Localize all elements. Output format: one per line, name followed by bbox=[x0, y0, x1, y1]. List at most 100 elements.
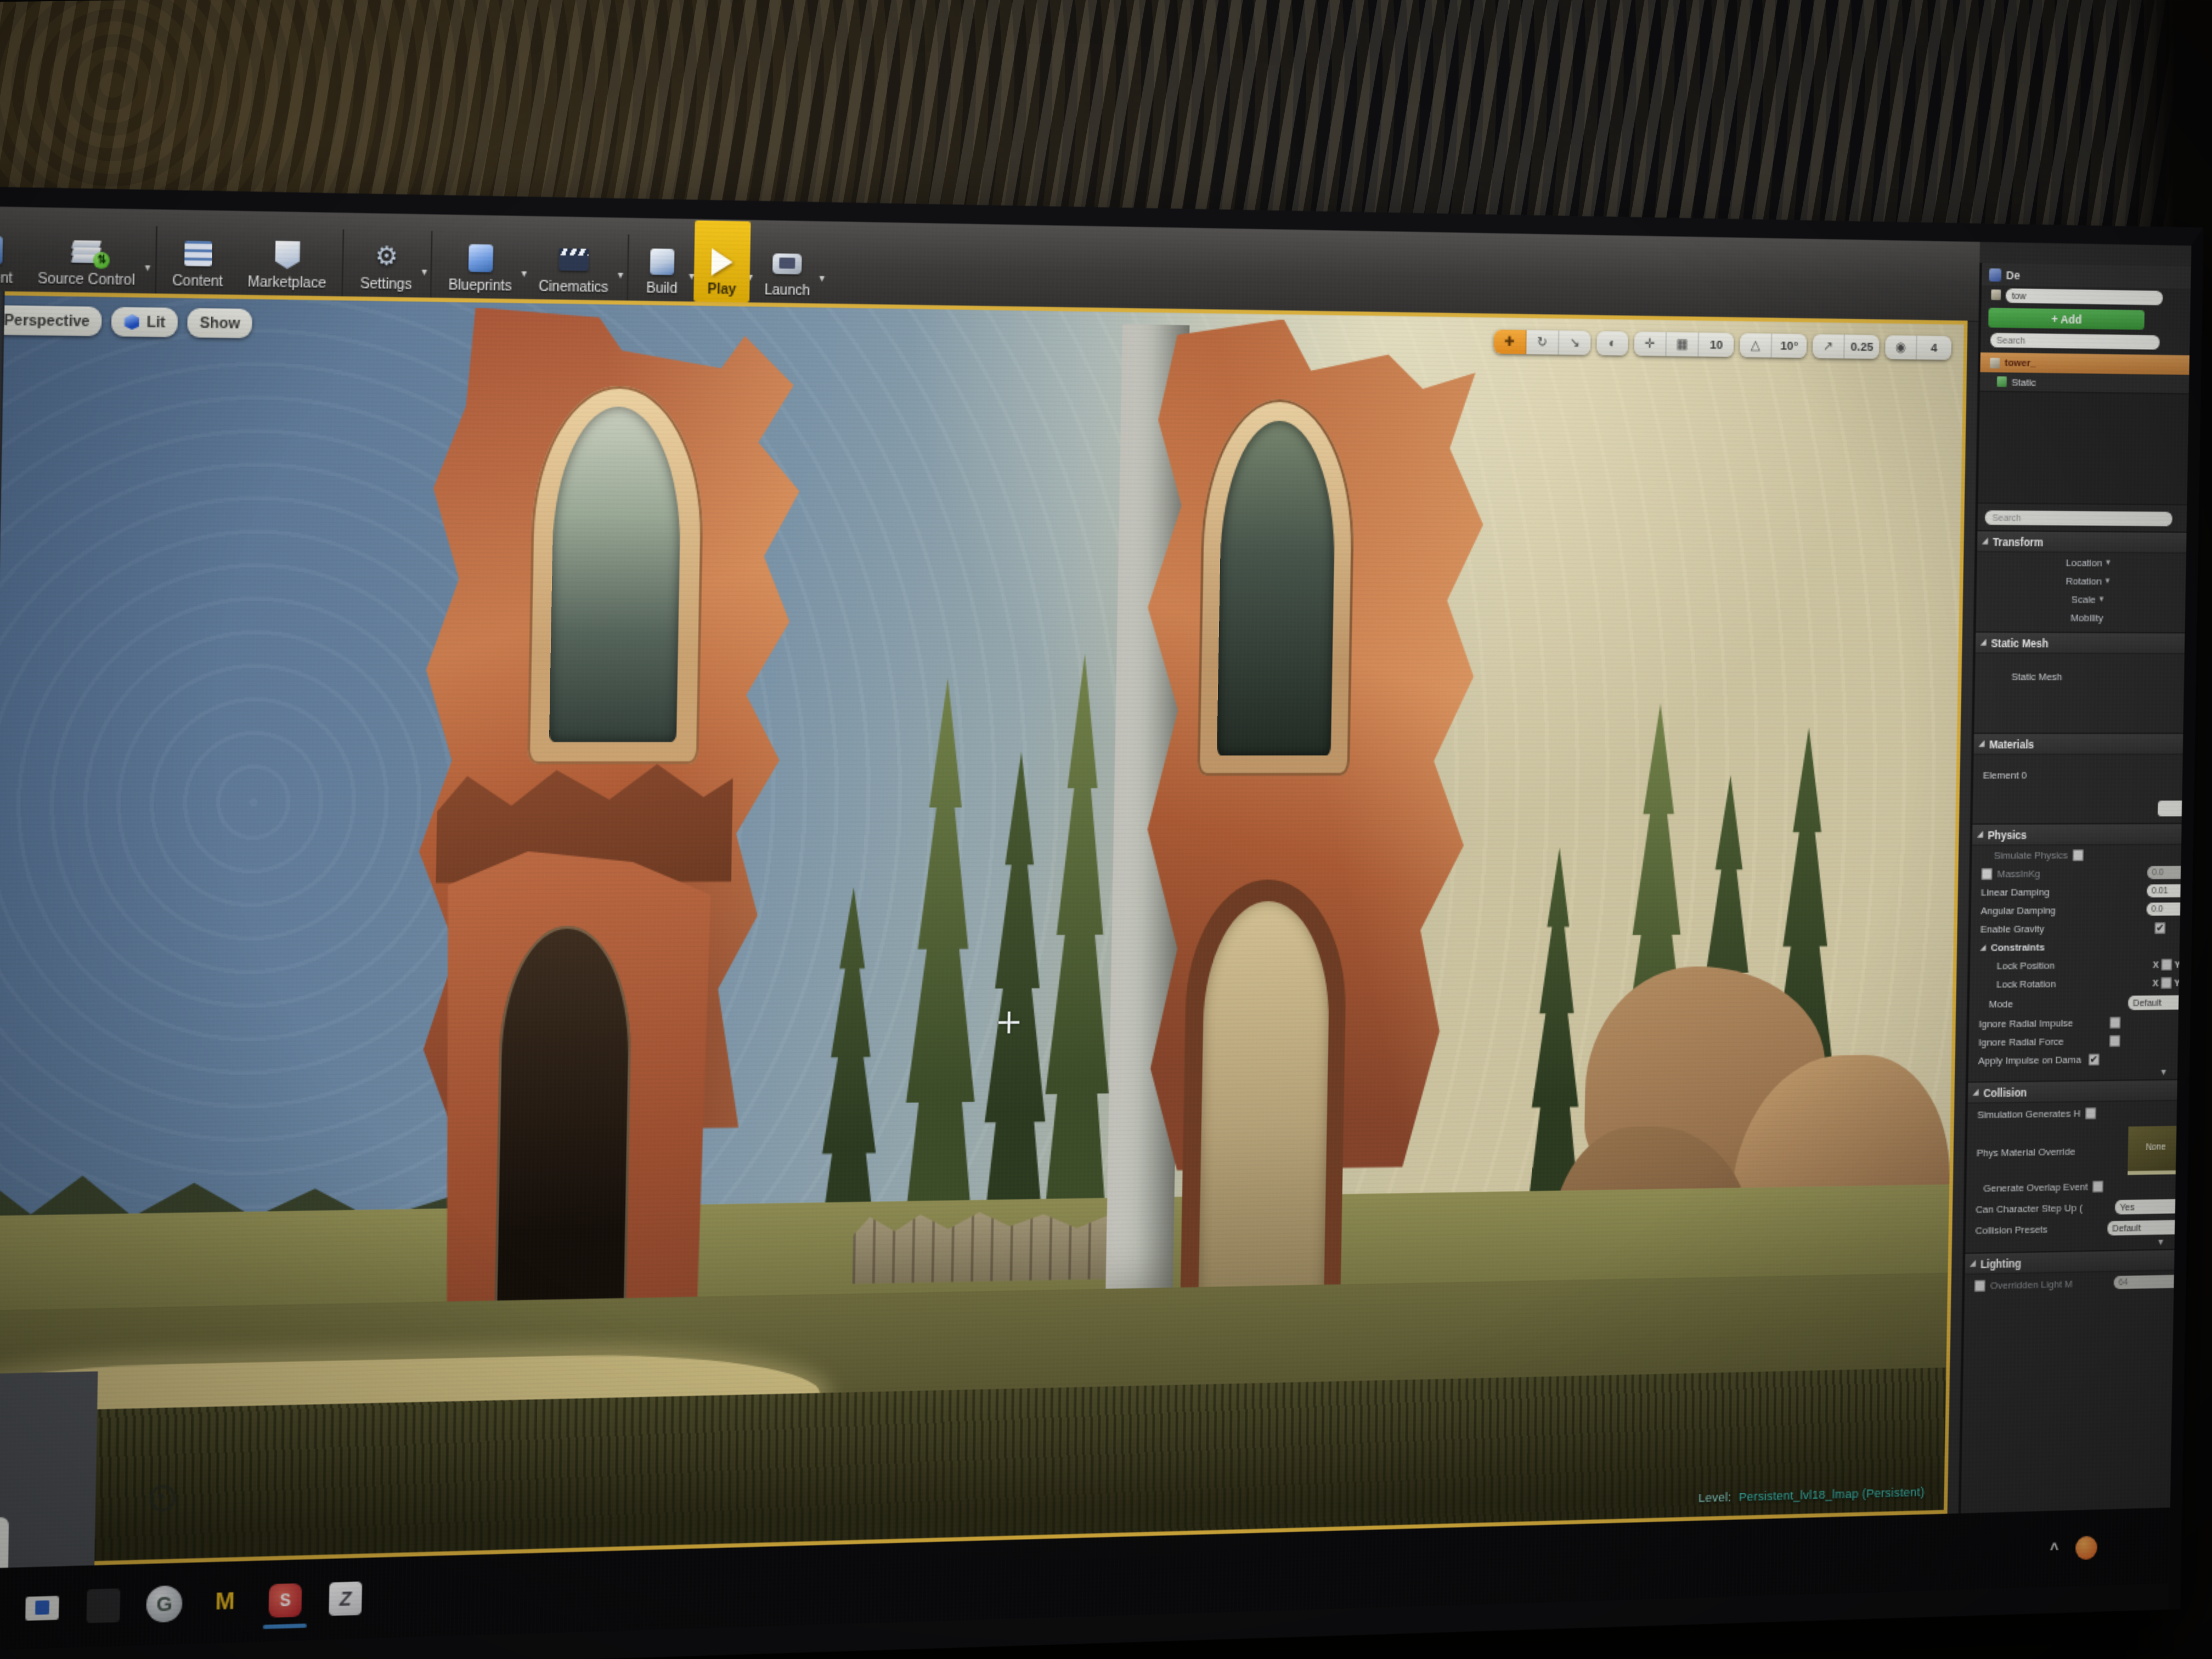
selected-component-row[interactable]: tower_ bbox=[1980, 352, 2191, 375]
lock-position-y-checkbox[interactable] bbox=[2183, 958, 2192, 970]
scale-snap-value[interactable]: 0.25 bbox=[1844, 335, 1879, 359]
grid-snap-value[interactable]: 10 bbox=[1699, 332, 1734, 357]
location-row[interactable]: Location▾ bbox=[1977, 552, 2188, 572]
tower-left-arch-window bbox=[550, 406, 682, 742]
grid-snap-button[interactable]: ▦ bbox=[1667, 332, 1700, 356]
phys-material-thumbnail[interactable]: None bbox=[2128, 1125, 2183, 1175]
rotate-tool-button[interactable]: ↻ bbox=[1526, 330, 1559, 355]
settings-button[interactable]: ⚙ Settings bbox=[348, 214, 425, 297]
play-button[interactable]: Play bbox=[693, 221, 751, 303]
rotation-snap-button[interactable]: △ bbox=[1740, 333, 1772, 357]
material-thumbnail-button[interactable] bbox=[2158, 800, 2189, 816]
ignore-radial-impulse-checkbox[interactable] bbox=[2109, 1016, 2120, 1028]
static-mesh-property-row[interactable]: Static Mesh bbox=[1974, 654, 2187, 699]
simulate-physics-checkbox[interactable] bbox=[2073, 849, 2084, 861]
static-mesh-section-header[interactable]: ◢ Static Mesh bbox=[1976, 631, 2187, 654]
perspective-button[interactable]: ◢ Perspective bbox=[0, 305, 103, 336]
generate-overlap-checkbox[interactable] bbox=[2093, 1181, 2104, 1193]
angular-damping-field[interactable]: 0.0 bbox=[2146, 902, 2191, 916]
enable-gravity-row: Enable Gravity ✔ bbox=[1971, 918, 2182, 938]
viewport-crosshair bbox=[998, 1011, 1020, 1033]
linear-damping-field[interactable]: 0.01 bbox=[2147, 884, 2191, 898]
apply-impulse-checkbox[interactable]: ✔ bbox=[2089, 1053, 2100, 1065]
launch-button[interactable]: Launch bbox=[752, 222, 823, 304]
lock-position-row: Lock Position X Y bbox=[1970, 955, 2182, 975]
build-button[interactable]: Build bbox=[632, 219, 692, 302]
step-up-dropdown[interactable]: Yes ▾ bbox=[2115, 1198, 2187, 1214]
tray-chevron-icon[interactable]: ^ bbox=[2050, 1539, 2058, 1558]
phys-material-row: Phys Material Override None bbox=[1966, 1123, 2179, 1178]
mass-override-checkbox[interactable] bbox=[1981, 867, 1992, 879]
mass-value-field[interactable]: 0.0 bbox=[2147, 866, 2192, 879]
collapse-icon: ◢ bbox=[1977, 830, 1983, 839]
material-element-row[interactable]: Element 0 bbox=[1973, 755, 2185, 794]
show-flags-button[interactable]: Show bbox=[187, 308, 253, 338]
scale-row[interactable]: Scale▾ bbox=[1976, 589, 2188, 608]
active-app-indicator bbox=[263, 1623, 307, 1629]
taskbar-active-app[interactable]: S bbox=[267, 1582, 303, 1619]
overridden-light-checkbox[interactable] bbox=[1974, 1279, 1985, 1291]
rotation-row[interactable]: Rotation▾ bbox=[1977, 571, 2188, 590]
rotation-dropdown-icon: ▾ bbox=[2106, 575, 2110, 586]
angular-damping-row: Angular Damping 0.0 bbox=[1971, 900, 2182, 919]
component-search-input[interactable] bbox=[1990, 332, 2160, 349]
taskbar-maya-icon[interactable]: M bbox=[215, 1588, 235, 1617]
save-current-button[interactable]: urrent bbox=[0, 207, 26, 291]
mobility-row[interactable]: Mobility bbox=[1976, 608, 2188, 627]
actor-icon bbox=[1991, 290, 2001, 300]
collapse-icon: ◢ bbox=[1970, 1259, 1976, 1268]
surface-snap-button[interactable]: ✛ bbox=[1634, 331, 1667, 356]
taskbar-explorer-icon[interactable] bbox=[25, 1595, 59, 1620]
static-mesh-component-row[interactable]: Static bbox=[1980, 372, 2192, 393]
collapse-icon: ◢ bbox=[1982, 537, 1988, 546]
details-tab[interactable]: De bbox=[1982, 263, 2191, 289]
camera-speed-button[interactable]: ◉ bbox=[1885, 335, 1917, 359]
collision-presets-dropdown[interactable]: Default ▾ bbox=[2107, 1219, 2187, 1235]
system-tray: ^ bbox=[2050, 1534, 2169, 1561]
details-tab-icon bbox=[1989, 268, 2002, 281]
component-search-row bbox=[1980, 330, 2191, 352]
taskbar-zbrush-icon[interactable]: Z bbox=[329, 1582, 362, 1616]
blueprints-button[interactable]: Blueprints bbox=[436, 216, 525, 299]
simulation-generates-checkbox[interactable] bbox=[2085, 1107, 2096, 1119]
tray-browser-icon[interactable] bbox=[2075, 1536, 2097, 1560]
actor-name-field[interactable] bbox=[2006, 287, 2163, 304]
lock-position-x-checkbox[interactable] bbox=[2161, 958, 2172, 970]
tower-right-arch-light bbox=[1198, 900, 1330, 1309]
move-tool-button[interactable]: ✚ bbox=[1493, 330, 1526, 354]
collapse-icon: ◢ bbox=[1980, 943, 1986, 952]
world-local-toggle-button[interactable]: ◐ bbox=[1596, 331, 1628, 356]
scale-snap-button[interactable]: ↗ bbox=[1813, 334, 1845, 358]
details-search-box[interactable]: Search bbox=[1985, 510, 2172, 526]
marketplace-button[interactable]: Marketplace bbox=[235, 212, 340, 296]
taskbar-g-app-icon[interactable]: G bbox=[146, 1585, 183, 1623]
mode-dropdown[interactable]: Default bbox=[2128, 995, 2191, 1009]
lock-rotation-y-checkbox[interactable] bbox=[2182, 976, 2191, 988]
rotation-snap-value[interactable]: 10° bbox=[1772, 334, 1807, 358]
viewport-mode-buttons: ◢ Perspective Lit Show bbox=[0, 305, 253, 338]
constraints-subheader[interactable]: ◢ Constraints bbox=[1970, 936, 2182, 956]
lit-mode-button[interactable]: Lit bbox=[112, 307, 178, 337]
collision-section-header[interactable]: ◢ Collision bbox=[1968, 1079, 2180, 1104]
enable-gravity-checkbox[interactable]: ✔ bbox=[2154, 922, 2165, 934]
physics-section-header[interactable]: ◢ Physics bbox=[1972, 823, 2184, 846]
source-control-button[interactable]: ⇅ Source Control bbox=[25, 208, 149, 294]
content-button[interactable]: Content bbox=[160, 211, 236, 295]
materials-section-header[interactable]: ◢ Materials bbox=[1974, 732, 2186, 755]
transform-section-header[interactable]: ◢ Transform bbox=[1977, 530, 2189, 554]
simulation-generates-row: Simulation Generates H bbox=[1967, 1101, 2179, 1126]
taskbar-dark-app-icon[interactable] bbox=[87, 1588, 121, 1623]
ignore-radial-force-checkbox[interactable] bbox=[2109, 1034, 2120, 1046]
collapse-icon: ◢ bbox=[1973, 1088, 1979, 1097]
scale-tool-button[interactable]: ↘ bbox=[1559, 331, 1591, 356]
collapse-icon: ◢ bbox=[1980, 638, 1987, 647]
level-viewport[interactable]: ◢ Perspective Lit Show ✚ ↻ ↘ bbox=[0, 291, 1968, 1570]
apply-impulse-row: Apply Impulse on Dama ✔ bbox=[1968, 1049, 2180, 1070]
overridden-light-field[interactable]: 64 bbox=[2114, 1274, 2186, 1289]
add-component-button[interactable]: + Add bbox=[1988, 308, 2145, 330]
settings-gear-icon: ⚙ bbox=[369, 240, 405, 274]
lock-rotation-x-checkbox[interactable] bbox=[2161, 977, 2172, 989]
cinematics-button[interactable]: Cinematics bbox=[526, 217, 622, 300]
camera-speed-value[interactable]: 4 bbox=[1917, 336, 1951, 360]
details-panel: De + Add tower_ Static bbox=[1959, 263, 2192, 1513]
